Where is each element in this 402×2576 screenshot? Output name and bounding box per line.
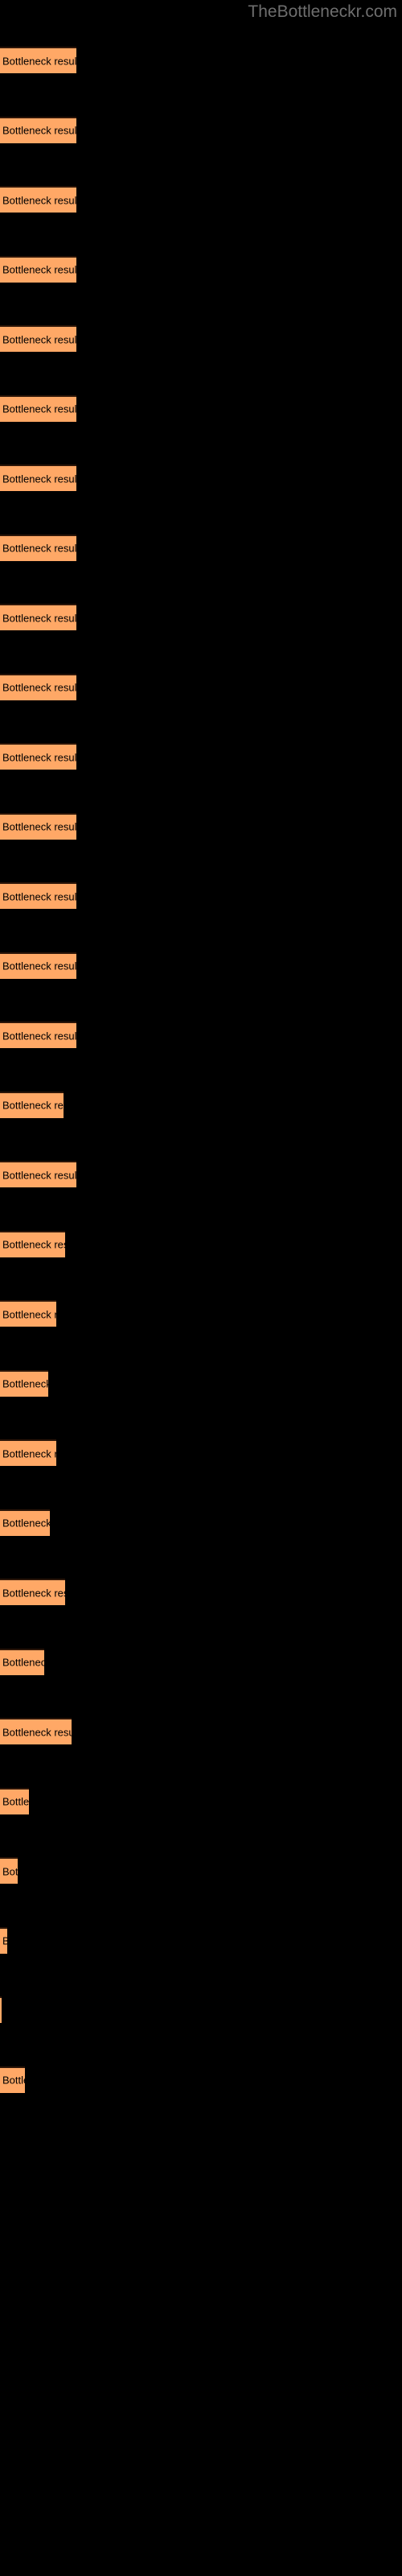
bar[interactable]: Bottleneck result: [0, 1926, 7, 1954]
bar-label: Bottleneck result: [2, 681, 76, 694]
bar-label: Bottleneck result: [2, 1517, 50, 1530]
bar[interactable]: Bottleneck result: [0, 1648, 44, 1675]
bar-label: Bottleneck result: [2, 1865, 18, 1877]
bar-label: Bottleneck result: [2, 1099, 64, 1112]
bottleneck-chart: TheBottleneckr.com Bottleneck result Bott…: [0, 0, 402, 2576]
bar[interactable]: Bottleneck result: [0, 1996, 2, 2023]
bar-label: Bottleneck result: [2, 751, 76, 763]
bar-label: Bottleneck result: [2, 124, 76, 137]
bar[interactable]: Bottleneck result: [0, 1857, 18, 1884]
bar-label: Bottleneck result: [2, 960, 76, 972]
bar-label: Bottleneck result: [2, 263, 76, 276]
bar-label: Bottleneck result: [2, 1795, 29, 1808]
bar-label: Bottleneck result: [2, 55, 76, 67]
bar-label: Bottleneck result: [2, 1726, 72, 1738]
bar[interactable]: Bottleneck result: [0, 116, 76, 143]
bar[interactable]: Bottleneck result: [0, 882, 76, 909]
bar-label: Bottleneck result: [2, 1030, 76, 1042]
bar[interactable]: Bottleneck result: [0, 47, 76, 73]
bar[interactable]: Bottleneck result: [0, 1022, 76, 1048]
bar-series-layer: Bottleneck result Bottleneck result Bottle…: [0, 0, 402, 2576]
bar-label: Bottleneck result: [2, 1447, 56, 1459]
bar[interactable]: Bottleneck result: [0, 1579, 65, 1605]
bar[interactable]: Bottleneck result: [0, 812, 76, 840]
bar[interactable]: Bottleneck result: [0, 2066, 25, 2093]
bar-label: Bottleneck result: [2, 1169, 76, 1181]
bar[interactable]: Bottleneck result: [0, 1091, 64, 1118]
bar[interactable]: Bottleneck result: [0, 673, 76, 700]
bar-label: Bottleneck result: [2, 1656, 44, 1669]
bar[interactable]: Bottleneck result: [0, 1787, 29, 1814]
bar-label: Bottleneck result: [2, 890, 76, 902]
bar[interactable]: Bottleneck result: [0, 1300, 56, 1327]
bar[interactable]: Bottleneck result: [0, 1161, 76, 1187]
bar[interactable]: Bottleneck result: [0, 325, 76, 352]
bar[interactable]: Bottleneck result: [0, 952, 76, 979]
bar[interactable]: Bottleneck result: [0, 394, 76, 422]
bar-label: Bottleneck result: [2, 1935, 7, 1947]
bar[interactable]: Bottleneck result: [0, 186, 76, 213]
bar-label: Bottleneck result: [2, 612, 76, 624]
bar-label: Bottleneck result: [2, 194, 76, 206]
bar[interactable]: Bottleneck result: [0, 1230, 65, 1257]
bar-label: Bottleneck result: [2, 1377, 48, 1390]
bar[interactable]: Bottleneck result: [0, 1369, 48, 1397]
bar[interactable]: Bottleneck result: [0, 1509, 50, 1536]
bar-label: Bottleneck result: [2, 473, 76, 485]
bar-label: Bottleneck result: [2, 2074, 25, 2087]
bar[interactable]: Bottleneck result: [0, 534, 76, 561]
bar[interactable]: Bottleneck result: [0, 464, 76, 491]
bar-label: Bottleneck result: [2, 1308, 56, 1320]
bar[interactable]: Bottleneck result: [0, 255, 76, 283]
bar-label: Bottleneck result: [2, 1238, 65, 1251]
bar[interactable]: Bottleneck result: [0, 604, 76, 630]
bar[interactable]: Bottleneck result: [0, 743, 76, 770]
bar[interactable]: Bottleneck result: [0, 1439, 56, 1466]
bar[interactable]: Bottleneck result: [0, 1718, 72, 1744]
bar-label: Bottleneck result: [2, 333, 76, 345]
bar-label: Bottleneck result: [2, 402, 76, 415]
bar-label: Bottleneck result: [2, 1587, 65, 1599]
bar-label: Bottleneck result: [2, 820, 76, 833]
bar-label: Bottleneck result: [2, 542, 76, 555]
